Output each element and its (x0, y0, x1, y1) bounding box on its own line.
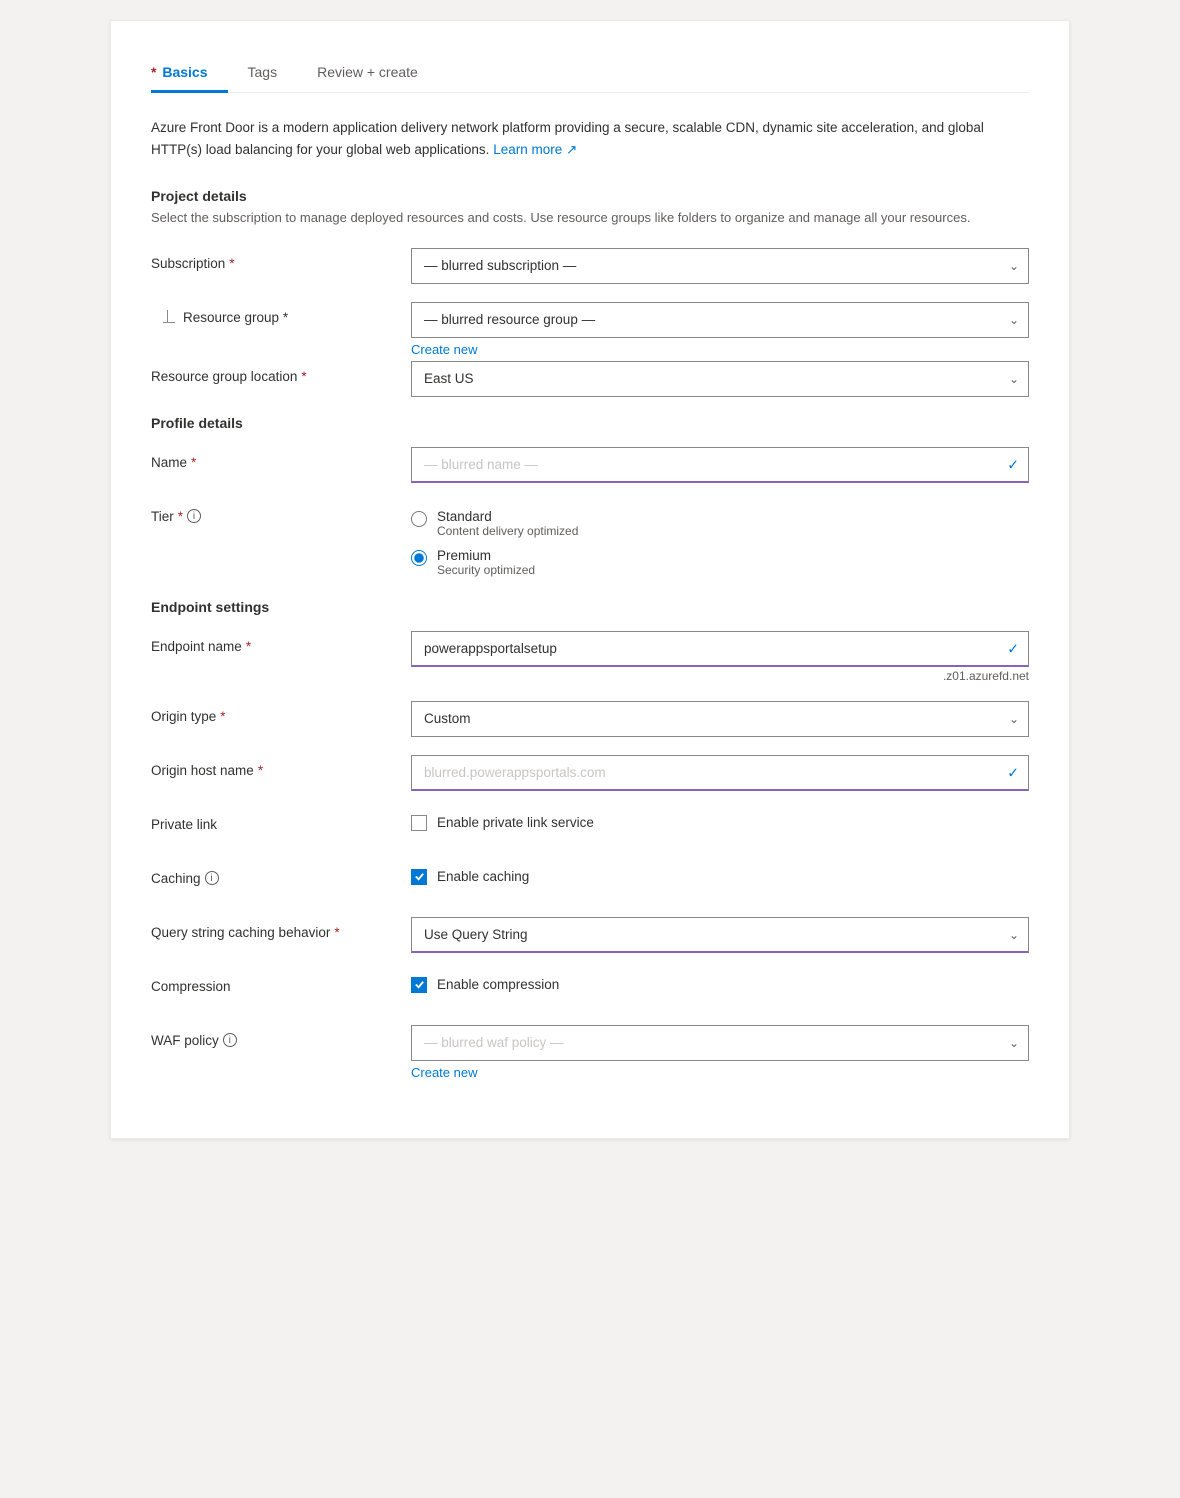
origin-type-dropdown[interactable]: Custom (411, 701, 1029, 737)
profile-details-title: Profile details (151, 415, 1029, 431)
resource-group-location-dropdown[interactable]: East US (411, 361, 1029, 397)
tier-row: Tier * i Standard Content delivery optim… (151, 501, 1029, 581)
waf-policy-row: WAF policy i — blurred waf policy — ⌄ Cr… (151, 1025, 1029, 1080)
caching-checkbox-label: Enable caching (437, 869, 529, 884)
compression-checkbox-label: Enable compression (437, 977, 559, 992)
tier-control: Standard Content delivery optimized Prem… (411, 501, 1029, 581)
query-string-dropdown[interactable]: Use Query String (411, 917, 1029, 953)
query-string-label: Query string caching behavior * (151, 917, 411, 940)
origin-type-label: Origin type * (151, 701, 411, 724)
origin-host-name-label: Origin host name * (151, 755, 411, 778)
query-string-row: Query string caching behavior * Use Quer… (151, 917, 1029, 953)
tab-tags[interactable]: Tags (248, 54, 298, 93)
private-link-row: Private link Enable private link service (151, 809, 1029, 845)
resource-group-location-control: East US ⌄ (411, 361, 1029, 397)
origin-host-name-row: Origin host name * ✓ (151, 755, 1029, 791)
endpoint-name-control: powerappsportalsetup ✓ .z01.azurefd.net (411, 631, 1029, 683)
compression-row: Compression Enable compression (151, 971, 1029, 1007)
resource-group-location-row: Resource group location * East US ⌄ (151, 361, 1029, 397)
tier-premium-option: Premium Security optimized (411, 544, 1029, 581)
waf-policy-control: — blurred waf policy — ⌄ Create new (411, 1025, 1029, 1080)
subscription-row: Subscription * — blurred subscription — … (151, 248, 1029, 284)
basics-star: * (151, 64, 156, 80)
waf-policy-create-new[interactable]: Create new (411, 1065, 477, 1080)
caching-info-icon[interactable]: i (205, 871, 219, 885)
endpoint-name-input[interactable]: powerappsportalsetup (411, 631, 1029, 667)
subscription-dropdown[interactable]: — blurred subscription — (411, 248, 1029, 284)
compression-checkbox[interactable] (411, 977, 427, 993)
tier-standard-option: Standard Content delivery optimized (411, 505, 1029, 542)
project-details-desc: Select the subscription to manage deploy… (151, 208, 1029, 228)
caching-control: Enable caching (411, 863, 1029, 885)
learn-more-link[interactable]: Learn more ↗ (493, 142, 577, 157)
private-link-label: Private link (151, 809, 411, 832)
waf-policy-label: WAF policy i (151, 1025, 411, 1048)
tab-review-create[interactable]: Review + create (317, 54, 438, 93)
origin-type-row: Origin type * Custom ⌄ (151, 701, 1029, 737)
private-link-control: Enable private link service (411, 809, 1029, 831)
profile-name-input[interactable] (411, 447, 1029, 483)
subscription-label: Subscription * (151, 248, 411, 271)
origin-host-name-input[interactable] (411, 755, 1029, 791)
compression-label: Compression (151, 971, 411, 994)
resource-group-create-new[interactable]: Create new (411, 342, 477, 357)
caching-label: Caching i (151, 863, 411, 886)
main-card: * Basics Tags Review + create Azure Fron… (110, 20, 1070, 1139)
endpoint-settings-section: Endpoint settings Endpoint name * powera… (151, 599, 1029, 1080)
profile-name-control: ✓ (411, 447, 1029, 483)
profile-details-section: Profile details Name * ✓ Tier * i (151, 415, 1029, 581)
caching-row: Caching i Enable caching (151, 863, 1029, 899)
tier-label: Tier * i (151, 501, 411, 524)
endpoint-settings-title: Endpoint settings (151, 599, 1029, 615)
project-details-section: Project details Select the subscription … (151, 188, 1029, 397)
waf-policy-info-icon[interactable]: i (223, 1033, 237, 1047)
origin-host-name-control: ✓ (411, 755, 1029, 791)
waf-policy-dropdown[interactable]: — blurred waf policy — (411, 1025, 1029, 1061)
origin-type-control: Custom ⌄ (411, 701, 1029, 737)
resource-group-location-label: Resource group location * (151, 361, 411, 384)
resource-group-label: Resource group * (183, 310, 288, 325)
profile-name-row: Name * ✓ (151, 447, 1029, 483)
project-details-title: Project details (151, 188, 1029, 204)
tier-info-icon[interactable]: i (187, 509, 201, 523)
tabs-bar: * Basics Tags Review + create (151, 53, 1029, 93)
tier-radio-group: Standard Content delivery optimized Prem… (411, 501, 1029, 581)
tab-basics[interactable]: * Basics (151, 54, 228, 93)
compression-control: Enable compression (411, 971, 1029, 993)
resource-group-control: — blurred resource group — ⌄ Create new (411, 302, 1029, 357)
private-link-checkbox-label: Enable private link service (437, 815, 594, 830)
resource-group-dropdown[interactable]: — blurred resource group — (411, 302, 1029, 338)
subscription-control: — blurred subscription — ⌄ (411, 248, 1029, 284)
endpoint-name-row: Endpoint name * powerappsportalsetup ✓ .… (151, 631, 1029, 683)
query-string-control: Use Query String ⌄ (411, 917, 1029, 953)
endpoint-name-label: Endpoint name * (151, 631, 411, 654)
page-description: Azure Front Door is a modern application… (151, 117, 1029, 160)
endpoint-name-suffix: .z01.azurefd.net (411, 669, 1029, 683)
private-link-checkbox[interactable] (411, 815, 427, 831)
caching-checkbox[interactable] (411, 869, 427, 885)
tier-standard-radio[interactable] (411, 511, 427, 527)
resource-group-row: Resource group * — blurred resource grou… (151, 302, 1029, 357)
profile-name-label: Name * (151, 447, 411, 470)
tier-premium-radio[interactable] (411, 550, 427, 566)
